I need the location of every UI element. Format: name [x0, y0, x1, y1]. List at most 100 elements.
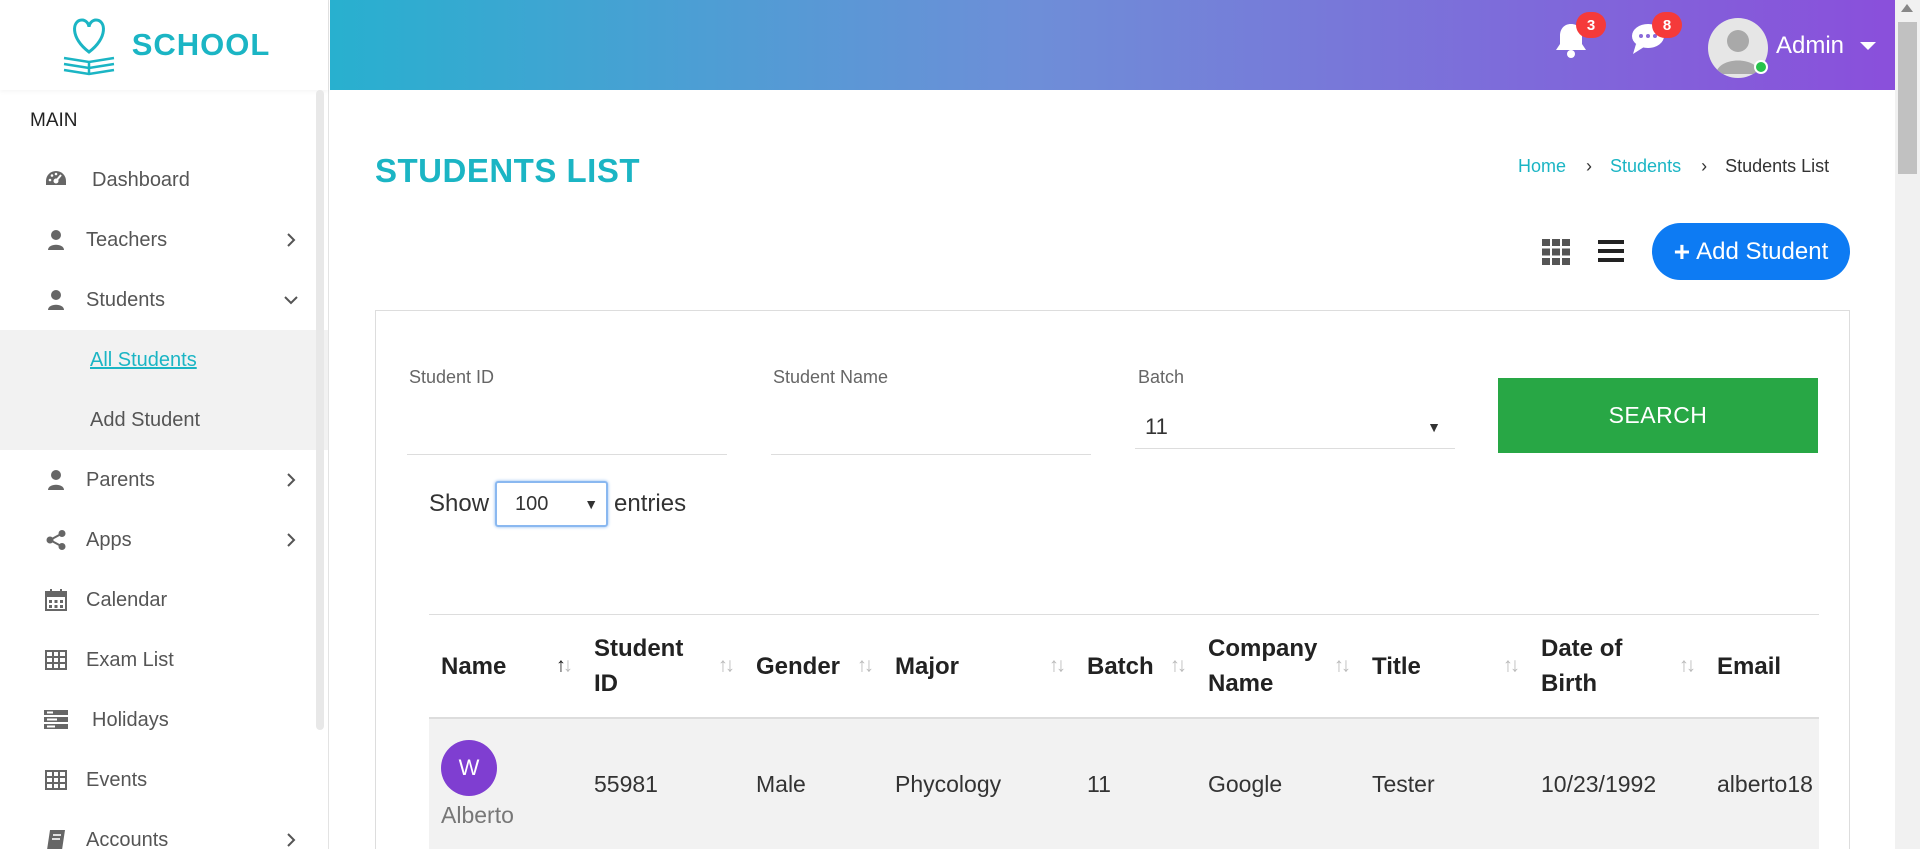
sidebar-item-events[interactable]: Events	[0, 750, 328, 810]
sort-icon: ↑↓	[718, 654, 735, 677]
sort-asc-icon: ↑↓	[556, 654, 573, 677]
students-submenu: All Students Add Student	[0, 330, 328, 450]
sidebar-item-label: Exam List	[86, 648, 174, 671]
sidebar-subitem-add-student[interactable]: Add Student	[0, 390, 328, 450]
grid-view-icon[interactable]	[1542, 239, 1570, 265]
column-header-batch[interactable]: Batch ↑↓	[1075, 615, 1196, 717]
column-header-label: Gender	[756, 652, 841, 680]
chevron-right-icon	[287, 473, 296, 487]
sort-icon: ↑↓	[1170, 654, 1187, 677]
messages-button[interactable]: 8	[1630, 12, 1682, 62]
column-header-label: Major	[895, 652, 960, 680]
plus-icon: +	[1673, 235, 1691, 267]
column-header-major[interactable]: Major ↑↓	[883, 615, 1075, 717]
top-header: 3 8 Admin	[330, 0, 1895, 90]
sidebar-item-label: Dashboard	[92, 168, 190, 191]
student-name-input[interactable]	[771, 395, 1091, 455]
column-header-label: Company Name	[1208, 635, 1318, 697]
batch-select-value: 11	[1145, 413, 1168, 439]
sidebar-subitem-all-students[interactable]: All Students	[0, 330, 328, 390]
sidebar-item-students[interactable]: Students	[0, 270, 328, 330]
cell-title: Tester	[1372, 770, 1435, 797]
column-header-company-name[interactable]: Company Name ↑↓	[1196, 615, 1360, 717]
notifications-button[interactable]: 3	[1554, 12, 1606, 62]
column-header-student-id[interactable]: Student ID ↑↓	[582, 615, 744, 717]
table-row[interactable]: W Alberto 55981 Male Phycology 11 Google…	[429, 719, 1819, 849]
sidebar-item-label: Students	[86, 288, 165, 311]
add-student-button-label: Add Student	[1696, 237, 1829, 265]
breadcrumb: Home › Students › Students List	[1518, 156, 1829, 177]
share-icon	[44, 528, 68, 552]
students-table: Name ↑↓ Student ID ↑↓ Gender ↑↓ Major ↑↓ Bat…	[429, 614, 1819, 849]
search-button[interactable]: SEARCH	[1498, 378, 1818, 453]
sidebar-item-label: Calendar	[86, 588, 168, 611]
student-id-input[interactable]	[407, 395, 727, 455]
sidebar-scrollbar[interactable]	[316, 90, 324, 730]
scroll-up-arrow-icon[interactable]	[1901, 4, 1913, 12]
user-menu-caret-icon[interactable]	[1860, 42, 1876, 50]
cell-batch: 11	[1087, 770, 1111, 797]
entries-select[interactable]: 100 ▼	[495, 481, 609, 527]
show-entries: Show 100 ▼ entries	[429, 481, 686, 527]
breadcrumb-separator-icon: ›	[1586, 156, 1593, 176]
column-header-date-of-birth[interactable]: Date of Birth ↑↓	[1529, 615, 1705, 717]
table-icon	[44, 768, 68, 792]
cell-email: alberto18	[1717, 770, 1813, 797]
sidebar-item-label: Teachers	[86, 228, 168, 251]
messages-badge: 8	[1652, 12, 1682, 38]
student-avatar[interactable]: W	[441, 739, 497, 796]
sidebar-item-exam-list[interactable]: Exam List	[0, 630, 328, 690]
sidebar-item-apps[interactable]: Apps	[0, 510, 328, 570]
chevron-down-icon	[284, 296, 298, 305]
user-name[interactable]: Admin	[1776, 32, 1844, 60]
batch-select[interactable]: 11 ▼	[1135, 405, 1455, 449]
column-header-name[interactable]: Name ↑↓	[429, 615, 582, 717]
page-title: STUDENTS LIST	[375, 152, 641, 189]
column-header-label: Date of Birth	[1541, 635, 1623, 697]
sidebar-item-dashboard[interactable]: Dashboard	[0, 150, 328, 210]
batch-label: Batch	[1138, 367, 1185, 387]
caret-down-icon: ▼	[1427, 418, 1441, 435]
sidebar-item-calendar[interactable]: Calendar	[0, 570, 328, 630]
sort-icon: ↑↓	[857, 654, 874, 677]
table-header-row: Name ↑↓ Student ID ↑↓ Gender ↑↓ Major ↑↓ Bat…	[429, 615, 1819, 719]
column-header-gender[interactable]: Gender ↑↓	[744, 615, 883, 717]
entries-label: entries	[614, 490, 687, 517]
column-header-email[interactable]: Email	[1705, 615, 1819, 717]
student-id-label: Student ID	[409, 367, 495, 387]
list-view-icon[interactable]	[1598, 239, 1624, 263]
sidebar-item-accounts[interactable]: Accounts	[0, 810, 328, 849]
cell-student-id: 55981	[594, 770, 658, 797]
breadcrumb-current: Students List	[1725, 156, 1830, 176]
column-header-label: Batch	[1087, 652, 1154, 680]
breadcrumb-home[interactable]: Home	[1518, 156, 1566, 177]
add-student-button[interactable]: + Add Student	[1652, 223, 1850, 280]
menu-section-title: MAIN	[30, 110, 78, 131]
user-icon	[44, 288, 68, 312]
chevron-right-icon	[287, 233, 296, 247]
student-name-label: Student Name	[773, 367, 889, 387]
sort-icon: ↑↓	[1049, 654, 1066, 677]
page-scrollbar-thumb[interactable]	[1898, 22, 1917, 174]
column-header-label: Email	[1717, 652, 1782, 680]
user-icon	[44, 228, 68, 252]
show-label: Show	[429, 490, 490, 517]
sidebar-item-parents[interactable]: Parents	[0, 450, 328, 510]
sidebar-item-label: Accounts	[86, 828, 169, 849]
cell-company: Google	[1208, 770, 1283, 797]
column-header-label: Name	[441, 652, 507, 680]
breadcrumb-students[interactable]: Students	[1610, 156, 1681, 177]
cell-major: Phycology	[895, 770, 1002, 797]
logo[interactable]: SCHOOL	[0, 0, 328, 90]
sidebar: SCHOOL MAIN Dashboard Teachers Students …	[0, 0, 329, 849]
column-header-label: Student ID	[594, 635, 684, 697]
student-name[interactable]: Alberto	[441, 802, 514, 829]
sidebar-item-label: Events	[86, 768, 148, 791]
sidebar-item-holidays[interactable]: Holidays	[0, 690, 328, 750]
column-header-title[interactable]: Title ↑↓	[1360, 615, 1529, 717]
online-status-indicator	[1754, 60, 1768, 74]
user-icon	[44, 468, 68, 492]
sidebar-item-teachers[interactable]: Teachers	[0, 210, 328, 270]
sort-icon: ↑↓	[1679, 654, 1696, 677]
sidebar-item-label: Parents	[86, 468, 155, 491]
